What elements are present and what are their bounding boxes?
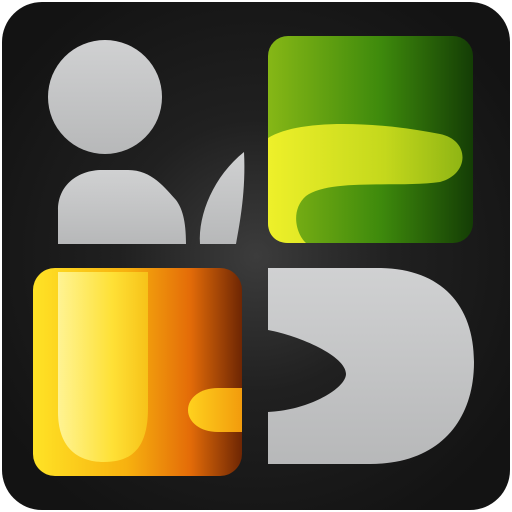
app-icon[interactable] — [0, 0, 512, 512]
green-tile-icon — [268, 36, 473, 243]
app-icon-graphic — [2, 2, 510, 510]
orange-tile-icon — [33, 268, 242, 476]
